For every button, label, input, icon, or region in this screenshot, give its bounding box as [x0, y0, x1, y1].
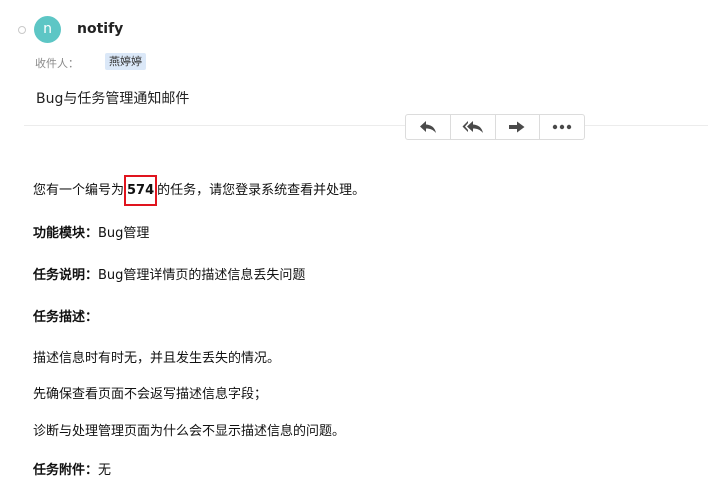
- task-detail-line-1: 描述信息时有时无，并且发生丢失的情况。: [33, 351, 281, 366]
- more-button[interactable]: [540, 115, 584, 139]
- mail-view: n notify 收件人： 燕婷婷 Bug与任务管理通知邮件 您有一个编号为 5…: [0, 0, 708, 495]
- avatar[interactable]: n: [34, 16, 61, 43]
- reply-icon: [419, 121, 436, 133]
- module-value: Bug管理: [98, 226, 150, 241]
- sender-name[interactable]: notify: [77, 21, 123, 37]
- mail-subject: Bug与任务管理通知邮件: [36, 91, 190, 107]
- reply-all-button[interactable]: [451, 115, 496, 139]
- task-summary-value: Bug管理详情页的描述信息丢失问题: [98, 268, 306, 283]
- attachment-line: 任务附件：无: [33, 459, 111, 478]
- reply-button[interactable]: [406, 115, 451, 139]
- task-detail-label: 任务描述：: [33, 310, 99, 325]
- recipient-label: 收件人：: [35, 57, 79, 70]
- intro-line: 您有一个编号为 574 的任务，请您登录系统查看并处理。: [33, 175, 366, 206]
- unread-status-icon[interactable]: [18, 26, 26, 34]
- task-detail-line-3: 诊断与处理管理页面为什么会不显示描述信息的问题。: [33, 424, 346, 439]
- attachment-value: 无: [98, 463, 112, 478]
- task-detail-line-2: 先确保查看页面不会返写描述信息字段；: [33, 387, 268, 402]
- reply-all-icon: [462, 121, 483, 133]
- intro-suffix: 的任务，请您登录系统查看并处理。: [157, 183, 366, 198]
- header-divider: [24, 125, 708, 126]
- forward-button[interactable]: [496, 115, 541, 139]
- task-number-highlight: 574: [124, 175, 158, 206]
- task-summary-line: 任务说明：Bug管理详情页的描述信息丢失问题: [33, 264, 305, 283]
- intro-prefix: 您有一个编号为: [33, 183, 125, 198]
- module-line: 功能模块：Bug管理: [33, 222, 149, 241]
- task-summary-label: 任务说明：: [33, 268, 99, 283]
- recipient-chip[interactable]: 燕婷婷: [105, 53, 146, 70]
- forward-icon: [509, 121, 525, 133]
- attachment-label: 任务附件：: [33, 463, 99, 478]
- module-label: 功能模块：: [33, 226, 99, 241]
- mail-action-toolbar: [405, 114, 585, 140]
- more-icon: [552, 124, 572, 130]
